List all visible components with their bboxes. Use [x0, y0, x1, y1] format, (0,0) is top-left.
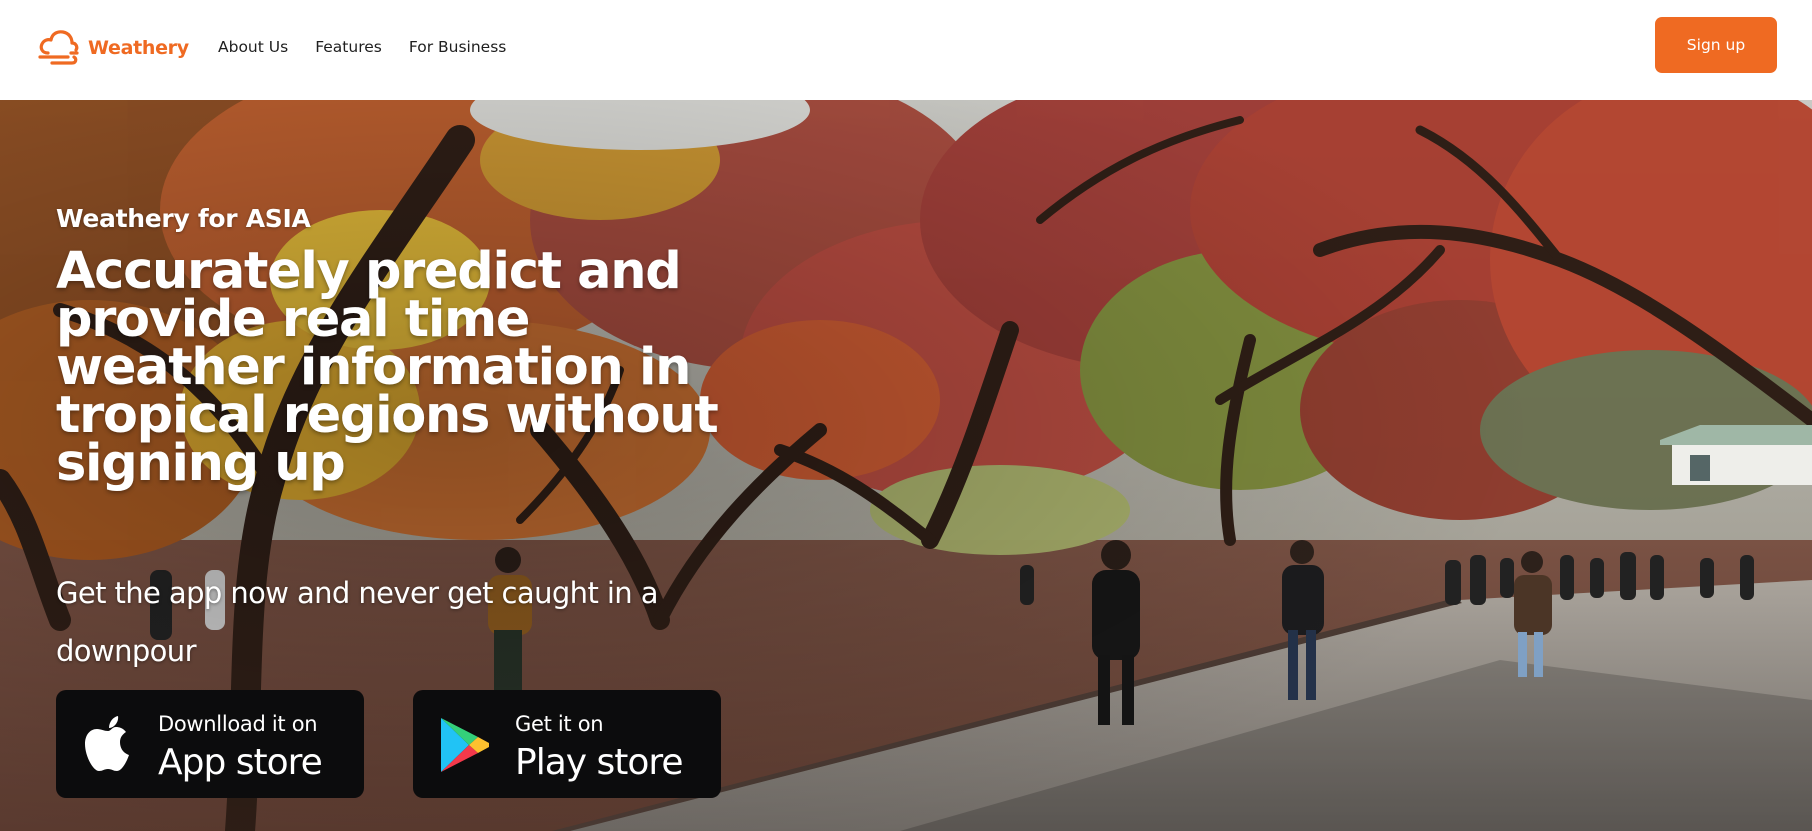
- hero-tagline: Get the app now and never get caught in …: [56, 576, 658, 668]
- brand-logo[interactable]: Weathery: [38, 28, 189, 68]
- app-store-label: App store: [158, 742, 323, 783]
- hero-headline: Accurately predict and provide real time…: [56, 242, 719, 493]
- hero-eyebrow: Weathery for ASIA: [56, 204, 311, 233]
- nav-features[interactable]: Features: [315, 38, 382, 56]
- signup-button[interactable]: Sign up: [1655, 17, 1777, 73]
- nav-for-business[interactable]: For Business: [409, 38, 507, 56]
- app-store-caption: Downlload it on: [158, 712, 318, 736]
- cloud-logo-icon: [38, 30, 79, 65]
- app-store-button[interactable]: Downlload it on App store: [56, 690, 364, 798]
- apple-icon: [85, 716, 129, 771]
- play-store-label: Play store: [515, 742, 684, 783]
- play-store-caption: Get it on: [515, 712, 604, 736]
- nav-about-us[interactable]: About Us: [218, 38, 288, 56]
- brand-name: Weathery: [88, 37, 189, 59]
- main-nav: About Us Features For Business: [218, 38, 506, 56]
- google-play-icon: [441, 718, 489, 772]
- site-header: Weathery About Us Features For Business …: [0, 0, 1812, 100]
- play-store-button[interactable]: Get it on Play store: [413, 690, 721, 798]
- hero-section: Weathery for ASIA Accurately predict and…: [0, 100, 1812, 831]
